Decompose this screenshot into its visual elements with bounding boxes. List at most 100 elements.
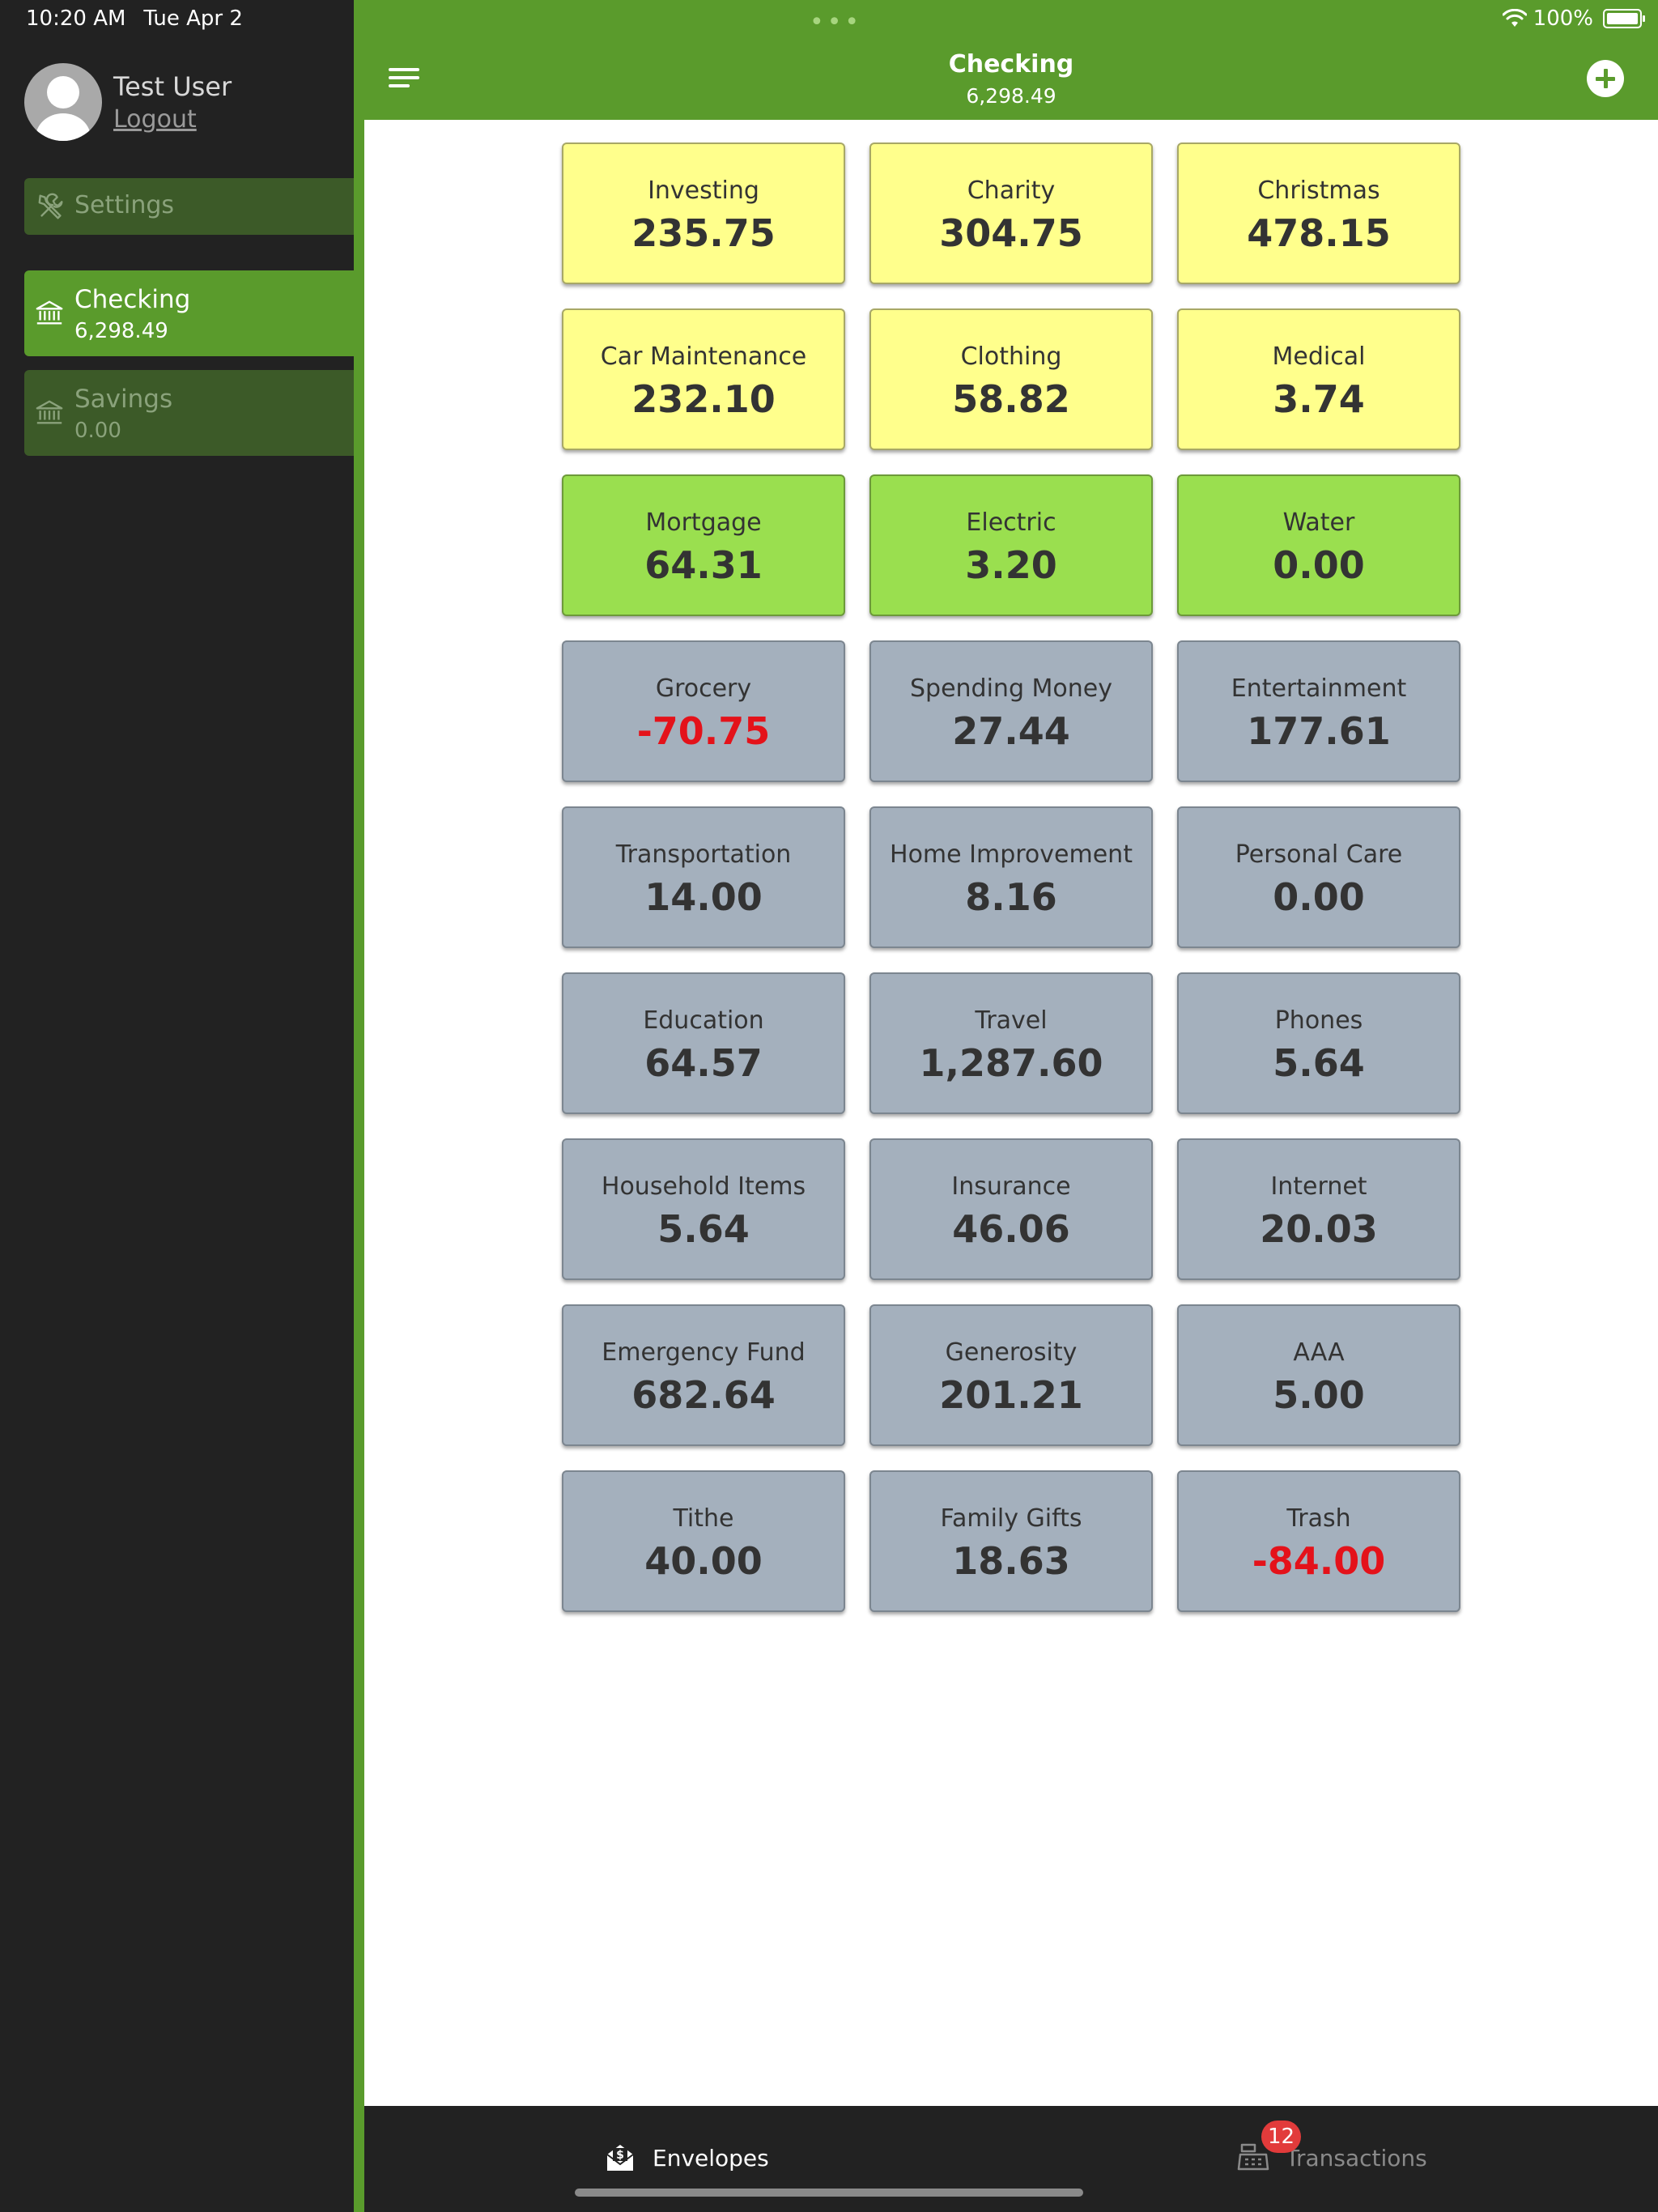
envelope-name: Personal Care: [1235, 840, 1403, 869]
svg-text:$: $: [616, 2149, 624, 2162]
envelope-tile[interactable]: Personal Care 0.00: [1177, 806, 1460, 948]
battery-icon: [1603, 9, 1645, 28]
envelope-amount: 232.10: [631, 377, 776, 421]
envelope-amount: 0.00: [1273, 543, 1365, 587]
transactions-badge: 12: [1261, 2121, 1302, 2153]
user-name: Test User: [113, 71, 232, 102]
envelope-grid: Investing 235.75 Charity 304.75 Christmas 478…: [562, 143, 1460, 1612]
tab-envelopes[interactable]: $ Envelopes: [604, 2135, 769, 2180]
envelope-amount: 201.21: [939, 1373, 1083, 1417]
envelope-tile[interactable]: Water 0.00: [1177, 474, 1460, 616]
envelope-name: Generosity: [945, 1338, 1078, 1367]
avatar: [24, 63, 102, 141]
envelope-name: Phones: [1274, 1006, 1363, 1035]
envelope-amount: 478.15: [1247, 211, 1391, 255]
envelope-tile[interactable]: Transportation 14.00: [562, 806, 845, 948]
envelope-name: Grocery: [655, 674, 752, 703]
envelope-tile[interactable]: Insurance 46.06: [869, 1138, 1153, 1280]
envelope-tile[interactable]: Trash -84.00: [1177, 1470, 1460, 1612]
envelope-tile[interactable]: Grocery -70.75: [562, 640, 845, 782]
envelope-amount: 177.61: [1247, 709, 1391, 753]
settings-label: Settings: [74, 191, 175, 219]
envelope-name: Water: [1282, 508, 1355, 537]
settings-button[interactable]: Settings: [24, 178, 354, 235]
envelope-name: Internet: [1270, 1172, 1367, 1201]
envelope-tile[interactable]: Investing 235.75: [562, 143, 845, 284]
envelope-tile[interactable]: Car Maintenance 232.10: [562, 308, 845, 450]
envelope-tile[interactable]: Generosity 201.21: [869, 1304, 1153, 1446]
envelope-amount: 46.06: [952, 1207, 1070, 1251]
bank-icon: [36, 300, 63, 325]
home-indicator: [575, 2189, 1083, 2197]
envelope-name: Clothing: [960, 342, 1062, 371]
envelope-name: Electric: [966, 508, 1056, 537]
account-name: Savings: [74, 385, 173, 414]
envelope-amount: -70.75: [636, 709, 771, 753]
main-panel: ••• 100% Checking 6,298.49 Investing 235.…: [364, 0, 1658, 2212]
envelope-tile[interactable]: Family Gifts 18.63: [869, 1470, 1153, 1612]
envelope-amount: 682.64: [631, 1373, 776, 1417]
envelope-name: Transportation: [615, 840, 792, 869]
envelope-name: Entertainment: [1231, 674, 1407, 703]
envelope-amount: 5.64: [1273, 1041, 1365, 1085]
envelope-tile[interactable]: Education 64.57: [562, 972, 845, 1114]
envelope-tile[interactable]: Entertainment 177.61: [1177, 640, 1460, 782]
envelope-dollar-icon: $: [606, 2145, 634, 2171]
status-bar-left: 10:20 AM Tue Apr 2: [26, 6, 261, 31]
envelope-tile[interactable]: Phones 5.64: [1177, 972, 1460, 1114]
tab-transactions-label: Transactions: [1286, 2144, 1427, 2172]
envelope-name: Medical: [1272, 342, 1366, 371]
envelope-tile[interactable]: Tithe 40.00: [562, 1470, 845, 1612]
account-checking[interactable]: Checking 6,298.49: [24, 270, 354, 356]
envelope-tile[interactable]: AAA 5.00: [1177, 1304, 1460, 1446]
page-title: Checking: [948, 50, 1074, 79]
envelope-tile[interactable]: Spending Money 27.44: [869, 640, 1153, 782]
envelope-tile[interactable]: Mortgage 64.31: [562, 474, 845, 616]
envelope-name: Spending Money: [910, 674, 1112, 703]
envelope-amount: 1,287.60: [919, 1041, 1103, 1085]
envelope-name: AAA: [1293, 1338, 1345, 1367]
logout-link[interactable]: Logout: [113, 105, 197, 134]
envelope-tile[interactable]: Internet 20.03: [1177, 1138, 1460, 1280]
page-balance: 6,298.49: [966, 84, 1056, 108]
envelope-tile[interactable]: Travel 1,287.60: [869, 972, 1153, 1114]
envelope-name: Family Gifts: [940, 1504, 1082, 1533]
add-button[interactable]: [1587, 60, 1624, 97]
top-bar: ••• 100% Checking 6,298.49: [364, 0, 1658, 120]
battery-percent: 100%: [1533, 6, 1593, 31]
envelope-name: Education: [643, 1006, 764, 1035]
account-balance: 6,298.49: [74, 319, 168, 343]
envelope-amount: 18.63: [952, 1539, 1070, 1583]
envelope-name: Mortgage: [645, 508, 762, 537]
envelope-tile[interactable]: Christmas 478.15: [1177, 143, 1460, 284]
envelope-tile[interactable]: Electric 3.20: [869, 474, 1153, 616]
envelope-amount: 5.64: [657, 1207, 750, 1251]
envelope-name: Household Items: [601, 1172, 806, 1201]
envelope-amount: -84.00: [1252, 1539, 1386, 1583]
sidebar-divider: [354, 0, 364, 2212]
envelope-amount: 3.74: [1273, 377, 1365, 421]
envelope-amount: 0.00: [1273, 875, 1365, 919]
envelope-amount: 235.75: [631, 211, 776, 255]
envelope-tile[interactable]: Medical 3.74: [1177, 308, 1460, 450]
envelope-name: Car Maintenance: [600, 342, 807, 371]
envelope-tile[interactable]: Home Improvement 8.16: [869, 806, 1153, 948]
envelope-amount: 14.00: [644, 875, 763, 919]
sidebar: 10:20 AM Tue Apr 2 Test User Logout Setti…: [0, 0, 354, 2212]
envelope-tile[interactable]: Emergency Fund 682.64: [562, 1304, 845, 1446]
envelope-name: Trash: [1286, 1504, 1351, 1533]
multitasking-dots-icon[interactable]: •••: [810, 8, 862, 36]
envelope-tile[interactable]: Household Items 5.64: [562, 1138, 845, 1280]
envelope-name: Christmas: [1257, 177, 1380, 205]
envelope-amount: 27.44: [952, 709, 1070, 753]
envelope-name: Investing: [648, 177, 759, 205]
account-savings[interactable]: Savings 0.00: [24, 370, 354, 456]
status-bar-right: 100%: [1502, 6, 1645, 31]
envelope-name: Insurance: [951, 1172, 1071, 1201]
envelope-tile[interactable]: Charity 304.75: [869, 143, 1153, 284]
status-time: 10:20 AM: [26, 6, 126, 31]
envelope-name: Emergency Fund: [602, 1338, 806, 1367]
envelope-amount: 40.00: [644, 1539, 763, 1583]
envelope-name: Charity: [967, 177, 1056, 205]
envelope-tile[interactable]: Clothing 58.82: [869, 308, 1153, 450]
